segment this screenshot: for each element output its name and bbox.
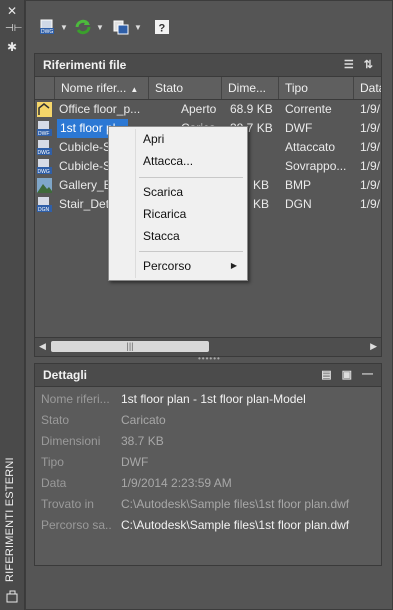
preview-view-icon[interactable]: ▣ — [342, 368, 352, 381]
palette-sidebar: ✕ ⊣⊢ ✱ RIFERIMENTI ESTERNI — [0, 0, 25, 610]
help-icon: ? — [155, 20, 169, 35]
column-type[interactable]: Tipo — [279, 77, 354, 99]
row-date: 1/9/ — [360, 178, 381, 192]
detail-row-status: Stato Caricato — [41, 413, 166, 427]
row-date: 1/9/ — [360, 140, 381, 154]
dgn-file-icon: DGN — [37, 197, 52, 212]
menu-separator — [139, 177, 243, 178]
menu-separator — [139, 251, 243, 252]
menu-item-path[interactable]: Percorso — [143, 257, 191, 275]
svg-text:DWG: DWG — [38, 150, 50, 155]
scroll-right-icon[interactable]: ▶ — [370, 341, 377, 352]
svg-text:DWF: DWF — [38, 131, 49, 136]
tree-view-icon[interactable]: ⇅ — [364, 58, 373, 71]
menu-item-detach[interactable]: Stacca — [143, 227, 180, 245]
dwg-file-icon: DWG — [37, 159, 52, 174]
row-type: DWF — [285, 121, 313, 135]
scroll-left-icon[interactable]: ◀ — [39, 341, 46, 352]
row-date: 1/9/ — [360, 159, 381, 173]
svg-text:DWG: DWG — [38, 169, 50, 174]
svg-text:DGN: DGN — [38, 207, 50, 212]
menu-gutter — [135, 129, 136, 278]
row-size: 68.9 KB — [230, 102, 273, 116]
row-date: 1/9/ — [360, 197, 381, 211]
menu-item-attach[interactable]: Attacca... — [143, 152, 193, 170]
row-size: KB — [253, 178, 270, 192]
row-status: Aperto — [181, 102, 217, 116]
detail-row-found-in: Trovato in C:\Autodesk\Sample files\1st … — [41, 497, 350, 511]
file-references-title: Riferimenti file — [43, 58, 127, 72]
help-button[interactable]: ? — [154, 17, 170, 37]
row-type: DGN — [285, 197, 312, 211]
column-icon — [35, 77, 55, 99]
attach-dropdown-icon[interactable]: ▼ — [60, 23, 68, 32]
scroll-thumb[interactable]: ||| — [51, 341, 209, 352]
sort-ascending-icon: ▲ — [130, 85, 139, 94]
xref-palette: DWG ▼ ▼ ▼ ? Riferimenti file ☰ ⇅ Nome ri… — [25, 0, 393, 610]
row-type: BMP — [285, 178, 312, 192]
detail-row-type: Tipo DWF — [41, 455, 149, 469]
change-path-icon — [113, 20, 129, 35]
svg-text:DWG: DWG — [41, 29, 53, 35]
attach-dwg-icon: DWG — [40, 19, 54, 35]
file-references-header: Riferimenti file ☰ ⇅ — [35, 54, 381, 77]
autohide-icon[interactable]: ⊣⊢ — [5, 22, 22, 36]
dwg-file-icon: DWG — [37, 140, 52, 155]
toolbar: DWG ▼ ▼ ▼ ? — [26, 11, 392, 41]
attach-dwg-button[interactable]: DWG ▼ — [38, 17, 68, 37]
submenu-arrow-icon: ▶ — [230, 261, 237, 270]
row-date: 1/9/ — [360, 102, 381, 116]
collapse-icon[interactable]: — — [362, 368, 373, 381]
details-view-icon[interactable]: ▤ — [321, 368, 331, 381]
details-title: Dettagli — [43, 368, 88, 382]
file-references-column-header: Nome rifer...▲ Stato Dime... Tipo Data — [35, 77, 381, 100]
row-type: Corrente — [285, 102, 332, 116]
row-type: Attaccato — [285, 140, 336, 154]
detail-row-size: Dimensioni 38.7 KB — [41, 434, 164, 448]
row-type: Sovrappo... — [285, 159, 347, 173]
details-panel: Dettagli ▤ ▣ — Nome riferi... 1st floor … — [34, 363, 382, 566]
list-view-icon[interactable]: ☰ — [344, 58, 354, 71]
dwg-file-icon — [37, 102, 52, 117]
column-name[interactable]: Nome rifer... ▲ — [55, 77, 149, 99]
svg-text:?: ? — [159, 23, 166, 35]
change-path-button[interactable]: ▼ — [112, 17, 142, 37]
close-icon[interactable]: ✕ — [5, 4, 19, 18]
column-status[interactable]: Stato — [149, 77, 222, 99]
menu-item-open[interactable]: Apri — [143, 130, 164, 148]
detail-row-saved-path[interactable]: Percorso sa... C:\Autodesk\Sample files\… — [35, 515, 381, 536]
panel-splitter[interactable]: •••••• — [198, 354, 221, 363]
column-date[interactable]: Data — [354, 77, 381, 99]
row-size: KB — [253, 197, 270, 211]
detail-row-date: Data 1/9/2014 2:23:59 AM — [41, 476, 232, 490]
refresh-dropdown-icon[interactable]: ▼ — [96, 23, 104, 32]
palette-menu-icon[interactable] — [5, 590, 19, 604]
row-name: Office floor_p... — [59, 102, 141, 116]
column-size[interactable]: Dime... — [222, 77, 279, 99]
menu-item-reload[interactable]: Ricarica — [143, 205, 186, 223]
refresh-button[interactable]: ▼ — [74, 17, 104, 37]
details-header: Dettagli ▤ ▣ — — [35, 364, 381, 387]
row-date: 1/9/ — [360, 121, 381, 135]
context-menu: Apri Attacca... Scarica Ricarica Stacca … — [108, 126, 248, 281]
palette-title: RIFERIMENTI ESTERNI — [4, 457, 16, 582]
table-row[interactable]: Office floor_p... Aperto 68.9 KB Corrent… — [35, 100, 381, 119]
detail-row-name: Nome riferi... 1st floor plan - 1st floo… — [41, 392, 306, 406]
properties-icon[interactable]: ✱ — [5, 40, 19, 54]
menu-item-unload[interactable]: Scarica — [143, 183, 183, 201]
image-file-icon — [37, 178, 52, 193]
change-path-dropdown-icon[interactable]: ▼ — [134, 23, 142, 32]
refresh-icon — [75, 19, 91, 35]
dwf-file-icon: DWF — [37, 121, 52, 136]
